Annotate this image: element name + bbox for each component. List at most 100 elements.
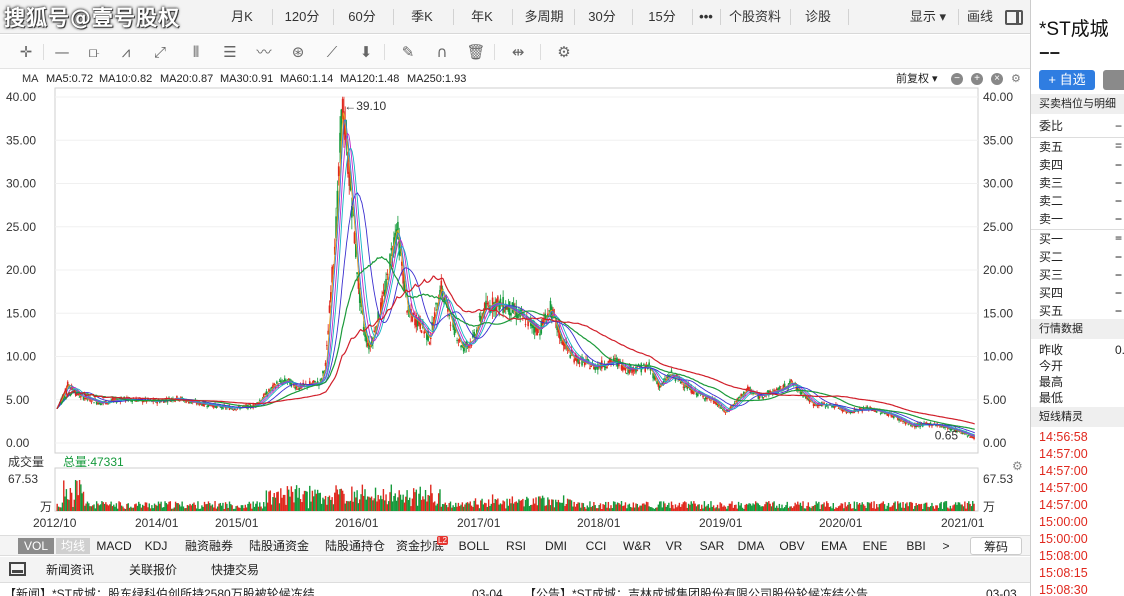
chips-button[interactable]: 筹码 — [970, 537, 1022, 555]
alert-time[interactable]: 14:57:00 — [1039, 447, 1088, 461]
news-item[interactable]: 【公告】*ST成城：吉林成城集团股份有限公司股份轮候冻结公告 — [524, 584, 868, 596]
volume-bar — [290, 486, 293, 511]
tab-obv[interactable]: OBV — [776, 538, 808, 554]
tab-hk-connect-hold[interactable]: 陆股通持仓 — [320, 538, 390, 554]
cycle-icon[interactable]: ⊛ — [288, 43, 308, 61]
side-panel-icon[interactable] — [1005, 10, 1023, 25]
volume-bar — [484, 502, 486, 511]
plus-icon[interactable]: + — [971, 73, 983, 85]
more-button[interactable] — [1103, 70, 1124, 90]
volume-bar — [190, 505, 193, 511]
tab-quick-trade[interactable]: 快捷交易 — [211, 562, 259, 578]
tab-margin[interactable]: 融资融券 — [180, 538, 238, 554]
settings-icon[interactable]: ⚙ — [554, 43, 574, 61]
tab-sar[interactable]: SAR — [696, 538, 728, 554]
alert-time[interactable]: 14:57:00 — [1039, 464, 1088, 478]
tab-wr[interactable]: W&R — [620, 538, 654, 554]
volume-bar — [643, 503, 645, 511]
news-item[interactable]: 【新闻】*ST成城：股东绿科伯创所持2580万股被轮候冻结 — [4, 584, 315, 596]
volume-bar — [199, 508, 202, 511]
alert-time[interactable]: 15:00:00 — [1039, 532, 1088, 546]
tab-diagnose[interactable]: 诊股 — [796, 8, 840, 26]
tab-30min[interactable]: 30分 — [580, 8, 624, 26]
tab-15min[interactable]: 15分 — [640, 8, 684, 26]
wave-icon[interactable]: 〰 — [254, 43, 274, 61]
ruler-icon[interactable]: ⟋ — [322, 43, 342, 61]
tab-macd[interactable]: MACD — [93, 538, 135, 554]
volume-bar — [256, 501, 258, 511]
tab-hk-connect-flow[interactable]: 陆股通资金 — [244, 538, 314, 554]
volume-bar — [727, 505, 729, 511]
volume-bar — [65, 489, 68, 511]
volume-bar — [636, 503, 639, 511]
tab-cci[interactable]: CCI — [582, 538, 610, 554]
volume-bar — [386, 504, 389, 511]
volume-bar — [313, 496, 315, 511]
tab-multi-period[interactable]: 多周期 — [516, 8, 572, 26]
volume-bar — [60, 507, 62, 511]
display-dropdown[interactable]: 显示 ▾ — [900, 8, 956, 26]
rect-icon[interactable]: ⟥ — [84, 43, 104, 61]
trend-icon[interactable]: ⤢ — [150, 43, 170, 61]
crosshair-icon[interactable]: ✛ — [16, 43, 36, 61]
fan-icon[interactable]: ⩘ — [116, 43, 136, 61]
alert-time[interactable]: 15:08:00 — [1039, 549, 1088, 563]
news-panel-icon[interactable] — [9, 562, 26, 576]
candle-body — [929, 422, 932, 424]
tab-60min[interactable]: 60分 — [340, 8, 384, 26]
tab-related-quotes[interactable]: 关联报价 — [129, 562, 177, 578]
minus-icon[interactable]: − — [951, 73, 963, 85]
chart-settings-icon[interactable]: ⚙ — [1011, 70, 1021, 88]
split-icon[interactable]: ⇹ — [508, 43, 528, 61]
tab-news[interactable]: 新闻资讯 — [46, 562, 94, 578]
volume-bar — [672, 504, 674, 511]
volume-bar — [812, 505, 815, 511]
volume-bar — [512, 503, 515, 511]
alert-time[interactable]: 14:57:00 — [1039, 481, 1088, 495]
tab-kdj[interactable]: KDJ — [138, 538, 174, 554]
more-indicators-button[interactable]: > — [938, 538, 954, 554]
volume-bar — [81, 493, 83, 511]
kline-chart[interactable]: 40.00 40.00 35.00 35.00 30.00 30.00 25.00 25.00… — [0, 70, 1030, 535]
tab-bbi[interactable]: BBI — [902, 538, 930, 554]
arrow-down-icon[interactable]: ⬇ — [356, 43, 376, 61]
text-icon[interactable]: ☰ — [220, 43, 240, 61]
tab-stock-profile[interactable]: 个股资料 — [724, 8, 786, 26]
tab-year-k[interactable]: 年K — [460, 8, 504, 26]
tab-ma[interactable]: 均线 — [56, 538, 90, 554]
tab-dma[interactable]: DMA — [734, 538, 768, 554]
line-icon[interactable]: — — [52, 43, 72, 61]
volume-bar — [544, 505, 546, 511]
alert-time[interactable]: 14:56:58 — [1039, 430, 1088, 444]
tab-vol[interactable]: VOL — [18, 538, 54, 554]
alert-time[interactable]: 15:00:00 — [1039, 515, 1088, 529]
more-periods-button[interactable]: ••• — [694, 8, 718, 26]
tab-ene[interactable]: ENE — [860, 538, 890, 554]
volume-bar — [206, 503, 208, 511]
alert-time[interactable]: 15:08:15 — [1039, 566, 1088, 580]
tab-dmi[interactable]: DMI — [540, 538, 572, 554]
volume-bar — [126, 503, 128, 511]
magnet-icon[interactable]: ∩ — [432, 43, 452, 61]
pen-icon[interactable]: ✎ — [398, 43, 418, 61]
tab-rsi[interactable]: RSI — [502, 538, 530, 554]
draw-lines-button[interactable]: 画线 — [962, 8, 998, 26]
volume-bar — [944, 501, 946, 511]
volume-bar — [935, 505, 937, 511]
alert-time[interactable]: 15:08:30 — [1039, 583, 1088, 596]
tab-month-k[interactable]: 月K — [220, 8, 264, 26]
trash-icon[interactable]: 🗑 — [466, 43, 486, 61]
add-watchlist-button[interactable]: + 自选 — [1039, 70, 1095, 90]
adjust-dropdown[interactable]: 前复权 ▾ — [896, 70, 938, 88]
tab-ema[interactable]: EMA — [818, 538, 850, 554]
tab-season-k[interactable]: 季K — [400, 8, 444, 26]
volume-bar — [349, 500, 352, 511]
parallel-icon[interactable]: ⦀ — [186, 43, 206, 61]
alert-time[interactable]: 14:57:00 — [1039, 498, 1088, 512]
volume-bar — [573, 501, 575, 511]
close-icon[interactable]: × — [991, 73, 1003, 85]
tab-120min[interactable]: 120分 — [280, 8, 324, 26]
volume-bar — [703, 501, 706, 511]
tab-boll[interactable]: BOLL — [454, 538, 494, 554]
tab-vr[interactable]: VR — [662, 538, 686, 554]
